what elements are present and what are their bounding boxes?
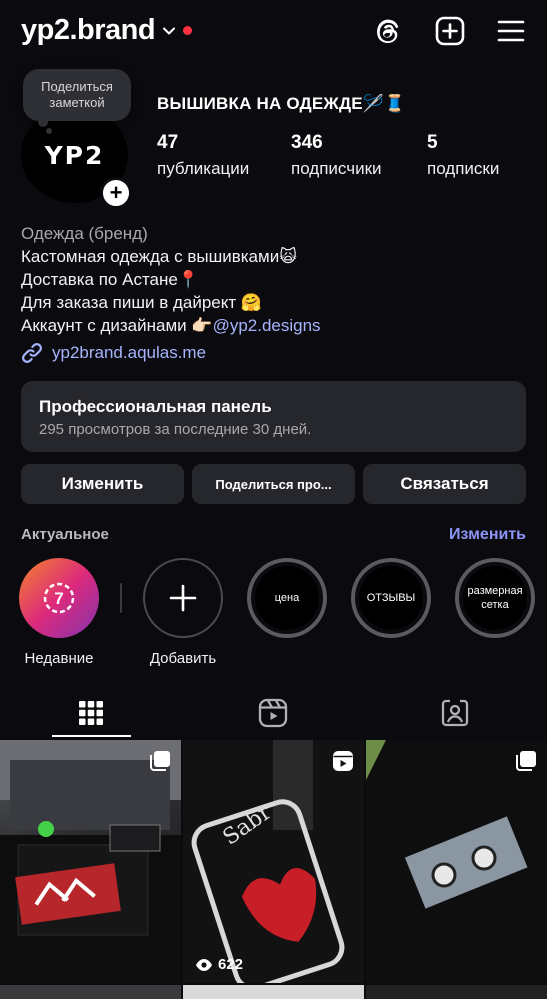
bio-line: Кастомная одежда с вышивками🙀 — [21, 247, 297, 266]
stat-label: подписчики — [291, 159, 382, 178]
note-bubble-tail — [46, 128, 52, 134]
highlight-cover: размерная сетка — [455, 558, 535, 638]
username: yp2.brand — [21, 14, 156, 46]
post-tile[interactable] — [183, 985, 364, 999]
recent-cover: 7 — [19, 558, 99, 638]
note-bubble-tail — [38, 117, 48, 127]
highlight-cover-text: размерная сетка — [463, 566, 527, 630]
share-profile-button[interactable]: Поделиться про... — [192, 464, 355, 504]
top-bar: yp2.brand — [0, 0, 547, 66]
stat-label: подписки — [427, 159, 500, 178]
stat-value: 346 — [291, 132, 323, 153]
highlights-title: Актуальное — [21, 526, 109, 543]
stat-following[interactable]: 5 подписки — [427, 132, 499, 179]
highlight-cover: ОТЗЫВЫ — [351, 558, 431, 638]
menu-icon[interactable] — [495, 14, 527, 48]
post-tile[interactable] — [366, 985, 547, 999]
carousel-icon — [516, 751, 536, 771]
website-url: yp2brand.aqulas.me — [52, 343, 207, 362]
posts-grid: Sabr 622 — [0, 740, 547, 999]
view-count: 622 — [195, 956, 243, 973]
recent-count: 7 — [54, 589, 63, 608]
post-thumbnail-embroidery-machine — [0, 740, 181, 983]
account-switcher[interactable]: yp2.brand — [21, 14, 193, 47]
stat-followers[interactable]: 346 подписчики — [291, 132, 382, 179]
highlight-price[interactable]: цена — [245, 558, 329, 638]
plus-icon — [169, 584, 197, 612]
plus-icon: + — [109, 180, 123, 205]
highlight-recent[interactable]: 7 Недавние — [17, 558, 101, 667]
highlight-cover-text: цена — [255, 566, 319, 630]
reel-icon — [333, 751, 353, 771]
post-tile[interactable] — [0, 740, 181, 983]
share-note-bubble[interactable]: Поделиться заметкой — [23, 69, 131, 121]
edit-profile-button[interactable]: Изменить — [21, 464, 184, 504]
profile-category: Одежда (бренд) — [21, 224, 148, 243]
profile-avatar[interactable]: YP2 + — [21, 107, 132, 214]
highlight-cover-text: ОТЗЫВЫ — [359, 566, 423, 630]
recent-icon: 7 — [43, 582, 75, 614]
stat-posts[interactable]: 47 публикации — [157, 132, 249, 179]
view-count-value: 622 — [218, 956, 244, 973]
bio-line-text: Аккаунт с дизайнами 👉🏻 — [21, 316, 213, 335]
profile-tabs — [0, 688, 547, 738]
highlight-size-chart[interactable]: размерная сетка — [453, 558, 537, 638]
highlight-add[interactable]: Добавить — [141, 558, 225, 667]
threads-icon[interactable] — [372, 14, 404, 48]
chevron-down-icon — [163, 27, 176, 34]
add-highlight-cover — [143, 558, 223, 638]
post-thumbnail-heart-jar: Sabr — [183, 740, 364, 983]
dashboard-subtitle: 295 просмотров за последние 30 дней. — [39, 421, 312, 438]
profile-website-link[interactable]: yp2brand.aqulas.me — [21, 342, 206, 364]
post-thumbnail-black-shirt — [366, 740, 547, 983]
grid-icon — [79, 701, 103, 725]
post-tile[interactable]: Sabr 622 — [183, 740, 364, 983]
active-tab-indicator — [52, 735, 131, 737]
new-post-icon[interactable] — [434, 14, 466, 48]
bio-line: Доставка по Астане📍 — [21, 270, 200, 289]
carousel-icon — [150, 751, 170, 771]
tagged-icon — [441, 699, 469, 727]
add-story-button[interactable]: + — [100, 177, 132, 209]
eye-icon — [196, 958, 212, 971]
highlight-cover: цена — [247, 558, 327, 638]
profile-full-name: ВЫШИВКА НА ОДЕЖДЕ🪡🧵 — [157, 94, 406, 113]
highlight-label: Недавние — [24, 650, 94, 667]
highlights-divider — [120, 583, 122, 613]
profile-bio: Одежда (бренд) Кастомная одежда с вышивк… — [21, 222, 321, 337]
post-tile[interactable] — [366, 740, 547, 983]
tab-reels[interactable] — [182, 688, 364, 738]
stat-label: публикации — [157, 159, 250, 178]
bio-mention-link[interactable]: @yp2.designs — [213, 316, 321, 335]
professional-dashboard[interactable]: Профессиональная панель 295 просмотров з… — [21, 381, 526, 452]
link-icon — [22, 343, 42, 363]
bio-line: Аккаунт с дизайнами 👉🏻@yp2.designs — [21, 314, 321, 337]
tab-tagged[interactable] — [364, 688, 546, 738]
stat-value: 47 — [157, 132, 179, 153]
reels-icon — [258, 698, 288, 728]
highlights-edit-button[interactable]: Изменить — [449, 526, 526, 544]
highlight-label: Добавить — [149, 650, 217, 667]
contact-button[interactable]: Связаться — [363, 464, 526, 504]
post-tile[interactable] — [0, 985, 181, 999]
avatar-logo: YP2 — [44, 140, 105, 170]
notification-dot — [183, 26, 193, 35]
stat-value: 5 — [427, 132, 438, 153]
bio-line: Для заказа пиши в дайрект 🤗 — [21, 293, 263, 312]
highlight-reviews[interactable]: ОТЗЫВЫ — [349, 558, 433, 638]
tab-posts-grid[interactable] — [0, 688, 182, 738]
dashboard-title: Профессиональная панель — [39, 397, 272, 416]
